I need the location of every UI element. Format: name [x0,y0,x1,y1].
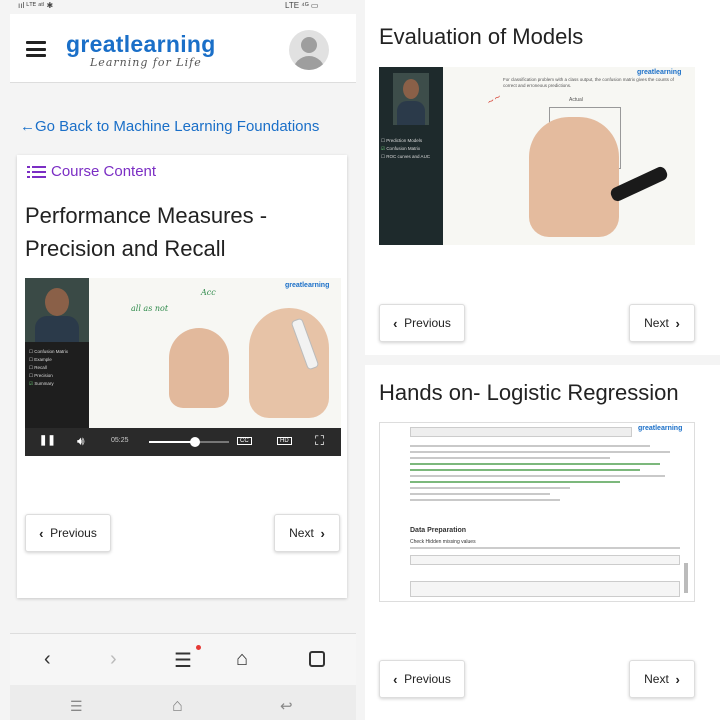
card-1-presenter [393,73,429,125]
video-control-bar: ❚❚ 🔊︎ 05:25 CC HD ⛶ [25,428,341,456]
card-1-topic-list: ☐ Prediction Models ☑ Confusion Matrix ☐… [381,137,441,161]
notebook-code-output [410,445,680,505]
card-1-title: Evaluation of Models [379,24,584,49]
whiteboard-frame: all as not Acc greatlearning [89,278,341,428]
notebook-cell [410,581,680,597]
network-status: LTE ⁴ᴳ ▭ [285,1,319,10]
system-home-icon[interactable]: ⌂ [172,695,183,716]
card-1-slide-heading: Actual [569,97,583,103]
left-screenshot-panel: ııl ᴸᵀᴱ ᵃᵗˡ ✱ LTE ⁴ᴳ ▭ greatlearning Lea… [0,0,365,720]
quality-button[interactable]: HD [277,437,292,445]
lesson-card: Course Content Performance Measures - Pr… [17,155,347,598]
card-1-red-scribble: ~~ [485,91,504,109]
system-nav-bar: ☰ ⌂ ↩ [10,685,356,720]
hamburger-icon[interactable] [26,41,46,57]
back-link-label: Go Back to Machine Learning Foundations [35,118,320,135]
card-1-topic-item: ☐ ROC curves and AUC [381,154,431,159]
list-icon [27,165,47,179]
arrow-left-icon: ← [20,118,35,135]
lesson-title-line-1: Performance Measures - [25,203,268,228]
chevron-left-icon: ‹ [393,315,398,331]
menu-icon[interactable]: ☰ [174,648,192,673]
chevron-left-icon: ‹ [393,671,398,687]
brand-logo[interactable]: greatlearning Learning for Life [66,31,216,69]
card-1-next-button[interactable]: Next › [629,304,695,342]
card-1-presenter-hand [529,117,619,237]
volume-icon[interactable]: 🔊︎ [77,434,85,449]
video-topic-item: ☐ Example [29,357,52,362]
presenter-thumbnail [25,278,89,342]
card-2-watermark: greatlearning [638,425,683,432]
card-1-next-label: Next [644,316,669,330]
video-topic-item: ☐ Recall [29,365,47,370]
brand-name: greatlearning [66,31,216,57]
card-2-video[interactable]: greatlearning Data Preparation Check Hid… [379,422,695,602]
notebook-toolbar [410,427,632,437]
lesson-video-player[interactable]: all as not Acc greatlearning ☐ Confusion… [25,278,341,456]
chevron-left-icon: ‹ [39,525,44,541]
card-1-topic-item: ☑ Confusion Matrix [381,146,421,151]
video-progress-fill [149,441,195,443]
board-scribble-2: Acc [201,288,216,297]
notebook-scrollbar[interactable] [684,563,688,593]
captions-button[interactable]: CC [237,437,252,445]
card-1-video[interactable]: ☐ Prediction Models ☑ Confusion Matrix ☐… [379,67,695,245]
video-progress-track[interactable] [149,437,229,447]
notification-dot [196,645,201,650]
card-1-previous-button[interactable]: ‹ Previous [379,304,465,342]
browser-nav-bar: ‹ › ☰ ⌂ [10,633,356,686]
previous-button[interactable]: ‹ Previous [25,514,111,552]
recent-apps-icon[interactable]: ☰ [70,698,83,715]
app-header: greatlearning Learning for Life [10,14,356,83]
card-1-watermark: greatlearning [637,69,682,76]
system-back-icon[interactable]: ↩ [280,697,293,715]
video-timestamp: 05:25 [111,437,129,444]
video-topic-item: ☑ Summary [29,381,54,386]
notebook-sub-heading: Check Hidden missing values [410,539,476,545]
user-avatar-icon[interactable] [289,30,329,70]
card-2-title: Hands on- Logistic Regression [379,380,679,405]
next-label: Next [289,526,314,540]
card-2-previous-button[interactable]: ‹ Previous [379,660,465,698]
brand-tagline: Learning for Life [90,56,202,69]
video-topic-item: ☐ Confusion Matrix [29,349,69,354]
card-2-previous-label: Previous [404,672,451,686]
video-topic-item: ☐ Precision [29,373,53,378]
right-screenshot-panel: Evaluation of Models ☐ Prediction Models… [365,0,720,720]
fullscreen-icon[interactable]: ⛶ [315,433,324,449]
video-progress-knob[interactable] [189,437,200,447]
forward-icon[interactable]: › [110,648,117,671]
presenter-left-hand [169,328,229,408]
notebook-cell [410,555,680,565]
chevron-right-icon: › [675,671,680,687]
signal-status: ııl ᴸᵀᴱ ᵃᵗˡ ✱ [18,1,54,10]
lesson-title: Performance Measures - Precision and Rec… [25,199,325,265]
card-1-slide-bullet: For classification problem with a class … [503,77,674,88]
course-content-link[interactable]: Course Content [27,163,156,180]
video-watermark: greatlearning [285,282,330,289]
course-content-label: Course Content [51,163,157,180]
card-separator [365,355,720,365]
card-2-next-label: Next [644,672,669,686]
chevron-right-icon: › [320,525,325,541]
notebook-section-heading: Data Preparation [410,527,467,534]
card-1-previous-label: Previous [404,316,451,330]
video-topic-list: ☐ Confusion Matrix ☐ Example ☐ Recall ☐ … [29,348,87,388]
pause-icon[interactable]: ❚❚ [39,435,56,446]
lesson-title-line-2: Precision and Recall [25,236,226,261]
card-1-topic-item: ☐ Prediction Models [381,138,423,143]
back-to-course-link[interactable]: ←Go Back to Machine Learning Foundations [20,118,319,135]
board-scribble-1: all as not [131,304,169,313]
back-icon[interactable]: ‹ [44,648,51,671]
next-button[interactable]: Next › [274,514,340,552]
status-bar: ııl ᴸᵀᴱ ᵃᵗˡ ✱ LTE ⁴ᴳ ▭ [0,0,365,14]
previous-label: Previous [50,526,97,540]
home-icon[interactable]: ⌂ [236,648,248,671]
tabs-icon[interactable] [309,651,325,667]
chevron-right-icon: › [675,315,680,331]
card-2-next-button[interactable]: Next › [629,660,695,698]
